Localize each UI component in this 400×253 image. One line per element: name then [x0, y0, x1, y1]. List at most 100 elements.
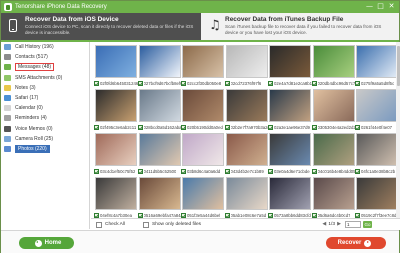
maximize-button[interactable]: □: [375, 2, 386, 11]
sidebar-item[interactable]: Call History (196): [1, 42, 89, 52]
sidebar-item[interactable]: Messages (48): [1, 62, 89, 72]
photo-checkbox[interactable]: [268, 169, 273, 174]
photo-checkbox[interactable]: [181, 125, 186, 130]
sidebar-item[interactable]: Reminders (4): [1, 113, 89, 123]
photo-item[interactable]: 02e4a7d81e2ca8b1: [268, 45, 312, 88]
photo-thumbnail[interactable]: [182, 133, 224, 166]
photo-item[interactable]: 051f3e5a44d6bef: [181, 177, 225, 218]
photo-item[interactable]: 02f495c3e6ab2c11: [94, 89, 138, 132]
photo-thumbnail[interactable]: [95, 45, 137, 78]
photo-checkbox[interactable]: [94, 169, 99, 174]
photo-item[interactable]: 0516a69ebfa47a84a: [137, 177, 183, 218]
page-input[interactable]: 1: [345, 221, 361, 228]
photo-item[interactable]: 043d4b2e7c1b89: [224, 133, 269, 176]
photo-thumbnail[interactable]: [225, 177, 268, 210]
photo-checkbox[interactable]: [355, 125, 360, 130]
photo-thumbnail[interactable]: [356, 45, 396, 78]
photo-item[interactable]: 020db4dbc96d57c7f: [311, 45, 356, 88]
photo-checkbox[interactable]: [311, 125, 317, 130]
photo-item[interactable]: 02cd72376f97f6: [224, 45, 269, 88]
photo-item[interactable]: 0261f44e0f4e07: [355, 89, 396, 132]
photo-checkbox[interactable]: [224, 81, 230, 86]
photo-item[interactable]: 0573a8bb6dd83cfd: [268, 177, 312, 218]
photo-item[interactable]: 027bcf9d67bcfb8ef6: [137, 45, 182, 88]
photo-thumbnail[interactable]: [138, 133, 181, 166]
photo-thumbnail[interactable]: [138, 45, 181, 78]
scrollbar-thumb[interactable]: [396, 46, 400, 86]
photo-item[interactable]: 0275f9a5a5d8f5c: [355, 45, 396, 88]
photo-item[interactable]: 02f0fd6b645031246: [94, 45, 138, 88]
photo-thumbnail[interactable]: [312, 89, 355, 122]
photo-checkbox[interactable]: [137, 169, 143, 174]
mode-ios-device[interactable]: Recover Data from iOS Device Connect iOS…: [1, 13, 201, 40]
photo-checkbox[interactable]: [355, 169, 360, 174]
photo-checkbox[interactable]: [224, 169, 230, 174]
photo-checkbox[interactable]: [137, 81, 143, 86]
photo-thumbnail[interactable]: [356, 133, 396, 166]
sidebar-item[interactable]: Camera Roll (25): [1, 134, 89, 144]
photo-thumbnail[interactable]: [312, 45, 355, 78]
photo-item[interactable]: 04fc1a0e38b8c2b: [355, 133, 396, 176]
photo-thumbnail[interactable]: [356, 177, 396, 210]
mode-itunes-backup[interactable]: ♫ Recover Data from iTunes Backup File S…: [201, 13, 399, 40]
photo-item[interactable]: 05d6a6dc4b0cd7: [311, 177, 356, 218]
photo-item[interactable]: 04ef8c4a7b30ea: [94, 177, 138, 218]
sidebar-item[interactable]: SMS Attachments (0): [1, 73, 89, 83]
photo-item[interactable]: 028bcd0a5d162aba: [137, 89, 182, 132]
photo-thumbnail[interactable]: [95, 177, 137, 210]
photo-thumbnail[interactable]: [225, 133, 268, 166]
photo-checkbox[interactable]: [181, 169, 186, 174]
photo-thumbnail[interactable]: [182, 177, 224, 210]
next-page-icon[interactable]: ▶: [335, 221, 343, 228]
go-button[interactable]: Go: [363, 221, 372, 228]
photo-item[interactable]: 03e0a4d6e71cbde: [268, 133, 312, 176]
photo-item[interactable]: 02b2e7f7a970b3a2d: [224, 89, 270, 132]
photo-thumbnail[interactable]: [269, 177, 311, 210]
photo-checkbox[interactable]: [224, 125, 230, 130]
photo-item[interactable]: 03c4d1ef50c75f52: [94, 133, 138, 176]
photo-thumbnail[interactable]: [269, 45, 311, 78]
photo-thumbnail[interactable]: [356, 89, 396, 122]
photo-item[interactable]: 02cc2f30db050e8: [181, 45, 225, 88]
grid-scrollbar[interactable]: [396, 42, 400, 218]
photo-thumbnail[interactable]: [225, 45, 268, 78]
photo-item[interactable]: 02a3e1ae96e37d9: [268, 89, 312, 132]
minimize-button[interactable]: —: [364, 2, 375, 11]
photo-item[interactable]: 0519c2f7f3ee7c8d: [355, 177, 396, 218]
photo-checkbox[interactable]: [181, 81, 186, 86]
photo-checkbox[interactable]: [311, 169, 317, 174]
photo-thumbnail[interactable]: [138, 89, 181, 122]
photo-checkbox[interactable]: [268, 81, 273, 86]
home-button[interactable]: Home: [19, 237, 74, 249]
photo-item[interactable]: 0305304e4a2ed2d21: [311, 89, 358, 132]
sidebar-item[interactable]: Calendar (0): [1, 103, 89, 113]
sidebar-item[interactable]: Voice Memos (0): [1, 124, 89, 134]
recover-button[interactable]: Recover: [326, 237, 386, 249]
photo-thumbnail[interactable]: [269, 133, 311, 166]
show-deleted-checkbox[interactable]: [143, 221, 149, 228]
photo-item[interactable]: 05ab1e08c6e7a5d: [224, 177, 269, 218]
photo-item[interactable]: 04c016b4e8b4dd05: [311, 133, 356, 176]
photo-thumbnail[interactable]: [269, 89, 311, 122]
photo-checkbox[interactable]: [268, 125, 273, 130]
close-button[interactable]: ✕: [386, 2, 397, 11]
photo-thumbnail[interactable]: [312, 177, 355, 210]
photo-checkbox[interactable]: [311, 81, 317, 86]
photo-checkbox[interactable]: [355, 81, 360, 86]
photo-thumbnail[interactable]: [138, 177, 181, 210]
photo-thumbnail[interactable]: [182, 45, 224, 78]
photo-thumbnail[interactable]: [95, 89, 137, 122]
photo-thumbnail[interactable]: [182, 89, 224, 122]
photo-thumbnail[interactable]: [95, 133, 137, 166]
sidebar-item[interactable]: Contacts (517): [1, 52, 89, 62]
sidebar-item[interactable]: Safari (17): [1, 93, 89, 103]
photo-item[interactable]: 03b8d6c4a0a6dd: [181, 133, 225, 176]
photo-thumbnail[interactable]: [312, 133, 355, 166]
sidebar-item[interactable]: Notes (3): [1, 83, 89, 93]
photo-checkbox[interactable]: [94, 125, 99, 130]
check-all-checkbox[interactable]: [96, 221, 102, 228]
sidebar-item[interactable]: Photos (220): [1, 144, 89, 154]
photo-item[interactable]: 020b5190dd0a0ed: [181, 89, 225, 132]
photo-item[interactable]: 0411d5b5c52500: [137, 133, 182, 176]
photo-thumbnail[interactable]: [225, 89, 268, 122]
